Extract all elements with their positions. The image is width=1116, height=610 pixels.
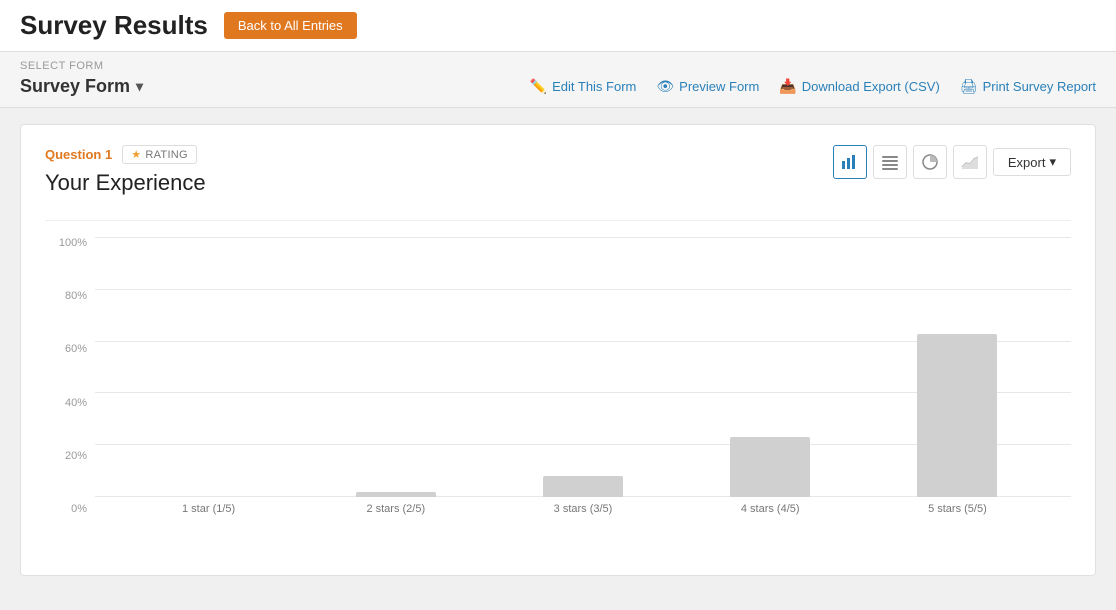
divider: [45, 220, 1071, 221]
bar-2stars: [356, 492, 436, 497]
bar-4stars: [730, 437, 810, 497]
back-to-all-entries-button[interactable]: Back to All Entries: [224, 12, 357, 39]
x-label-3stars: 3 stars (3/5): [489, 503, 676, 515]
table-view-button[interactable]: [873, 145, 907, 179]
form-select-row: Survey Form ▾ ✏️ Edit This Form 👁 Previe…: [20, 76, 1096, 97]
x-axis: 1 star (1/5) 2 stars (2/5) 3 stars (3/5)…: [95, 497, 1071, 515]
edit-icon: ✏️: [530, 78, 547, 95]
area-chart-button[interactable]: [953, 145, 987, 179]
y-label-80: 80%: [65, 290, 87, 302]
question-title: Your Experience: [45, 170, 206, 196]
y-label-100: 100%: [59, 237, 87, 249]
star-icon: ★: [131, 148, 141, 161]
form-select-bar: SELECT FORM Survey Form ▾ ✏️ Edit This F…: [0, 52, 1116, 108]
export-button[interactable]: Export ▾: [993, 148, 1071, 176]
question-info: Question 1 ★ RATING Your Experience: [45, 145, 206, 210]
form-selector-dropdown[interactable]: Survey Form ▾: [20, 76, 143, 97]
bar-chart-button[interactable]: [833, 145, 867, 179]
eye-icon: 👁: [656, 78, 674, 95]
download-icon: 📥: [779, 78, 796, 95]
bar-group-2stars: [302, 492, 489, 497]
pie-chart-button[interactable]: [913, 145, 947, 179]
y-label-40: 40%: [65, 397, 87, 409]
x-label-1star: 1 star (1/5): [115, 503, 302, 515]
edit-form-link[interactable]: ✏️ Edit This Form: [530, 78, 637, 95]
y-axis: 100% 80% 60% 40% 20% 0%: [45, 237, 93, 515]
question-number: Question 1: [45, 147, 112, 162]
toolbar-actions: ✏️ Edit This Form 👁 Preview Form 📥 Downl…: [530, 78, 1096, 95]
bars-container: [95, 237, 1071, 497]
print-icon: 🖨: [960, 78, 978, 95]
chart-area: 100% 80% 60% 40% 20% 0%: [45, 237, 1071, 555]
question-card: Question 1 ★ RATING Your Experience: [20, 124, 1096, 576]
x-label-2stars: 2 stars (2/5): [302, 503, 489, 515]
y-label-20: 20%: [65, 450, 87, 462]
chart-inner: [95, 237, 1071, 497]
main-content: Question 1 ★ RATING Your Experience: [0, 108, 1116, 592]
top-header: Survey Results Back to All Entries: [0, 0, 1116, 52]
rating-badge: ★ RATING: [122, 145, 197, 164]
chart-controls: Export ▾: [833, 145, 1071, 179]
print-survey-link[interactable]: 🖨 Print Survey Report: [960, 78, 1096, 95]
chevron-down-icon: ▾: [136, 78, 143, 95]
y-label-60: 60%: [65, 343, 87, 355]
download-export-link[interactable]: 📥 Download Export (CSV): [779, 78, 939, 95]
page-title: Survey Results: [20, 10, 208, 41]
x-label-5stars: 5 stars (5/5): [864, 503, 1051, 515]
question-meta: Question 1 ★ RATING: [45, 145, 206, 164]
y-label-0: 0%: [71, 503, 87, 515]
form-selector-value: Survey Form: [20, 76, 130, 97]
export-chevron-icon: ▾: [1049, 154, 1056, 170]
preview-form-link[interactable]: 👁 Preview Form: [656, 78, 759, 95]
bar-3stars: [543, 476, 623, 497]
bar-5stars: [917, 334, 997, 497]
bar-group-5stars: [864, 334, 1051, 497]
select-form-label: SELECT FORM: [20, 60, 1096, 72]
bar-group-3stars: [489, 476, 676, 497]
x-label-4stars: 4 stars (4/5): [677, 503, 864, 515]
bar-group-4stars: [677, 437, 864, 497]
